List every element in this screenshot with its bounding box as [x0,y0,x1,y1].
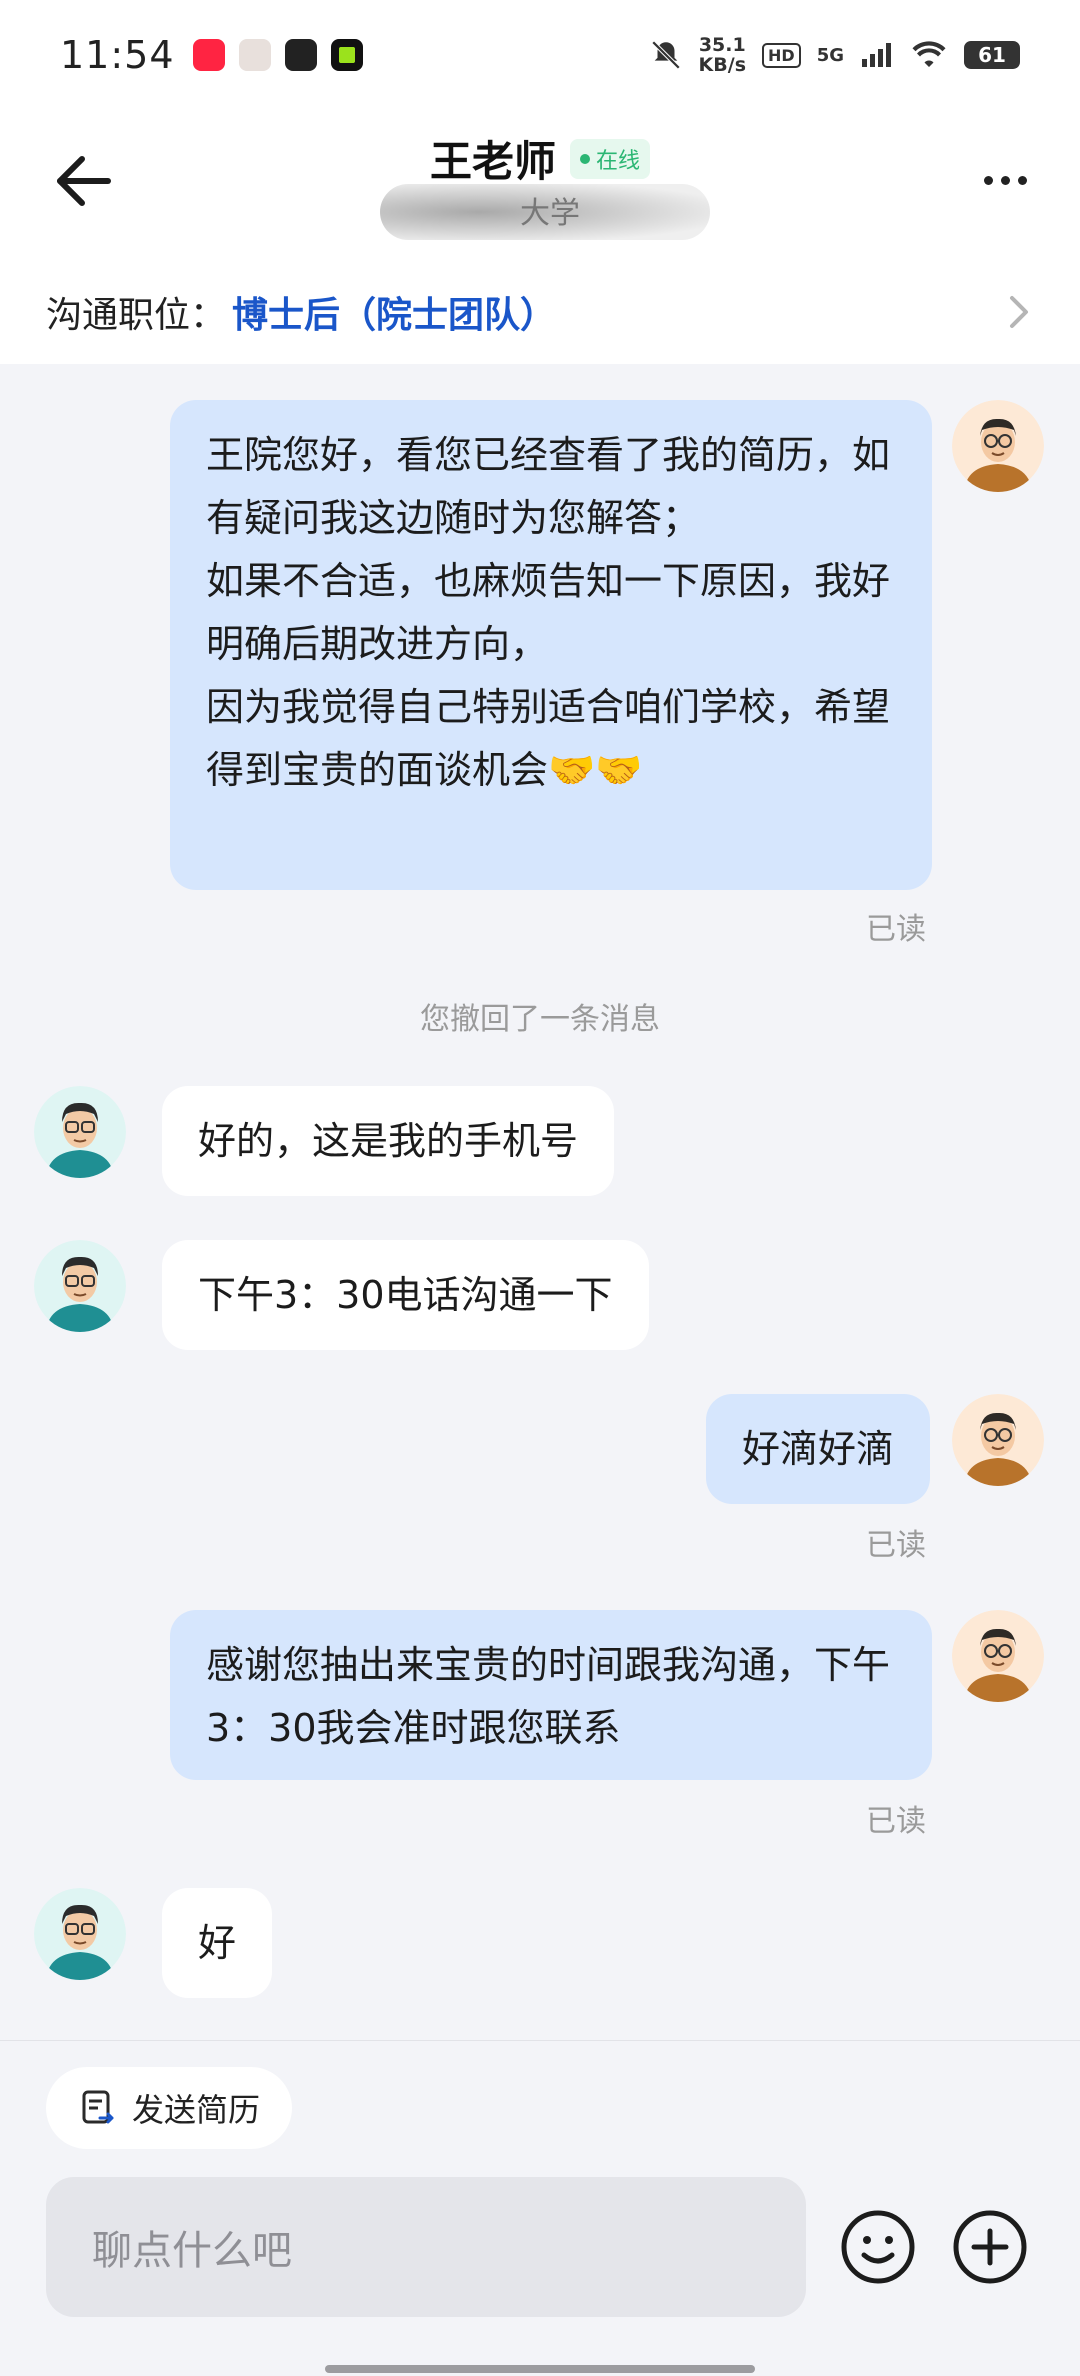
message-bubble-incoming[interactable]: 好 [162,1888,273,1998]
read-receipt: 已读 [866,912,926,947]
avatar-cartoon-man-icon [952,1394,1044,1486]
message-input-placeholder: 聊点什么吧 [92,2228,292,2274]
wifi-icon [912,41,946,67]
contact-subtitle: 大学 [520,196,580,231]
message-text: 王院您好，看您已经查看了我的简历，如有疑问我这边随时为您解答； 如果不合适，也麻… [206,433,891,792]
read-receipt: 已读 [866,1528,926,1563]
hd-badge: HD [762,42,801,68]
more-icon [1000,175,1010,185]
position-label: 沟通职位： [46,295,227,336]
xiaohongshu-app-icon [192,39,225,71]
network-type: 5G [816,44,844,66]
message-bubble-outgoing[interactable]: 王院您好，看您已经查看了我的简历，如有疑问我这边随时为您解答； 如果不合适，也麻… [170,400,932,890]
my-avatar[interactable] [952,400,1044,492]
recall-notice: 您撤回了一条消息 [420,1002,660,1037]
net-speed-value: 35.1 [698,34,746,56]
net-speed: 35.1 KB/s [699,35,746,75]
read-receipt: 已读 [866,1804,926,1839]
status-right: 35.1 KB/s HD 5G 61 [649,35,1020,75]
message-bubble-outgoing[interactable]: 好滴好滴 [705,1394,930,1504]
message-bubble-incoming[interactable]: 好的，这是我的手机号 [162,1086,615,1196]
message-text: 下午3：30电话沟通一下 [198,1273,613,1317]
status-bar: 11:54 35.1 KB/s HD 5G 61 [0,0,1080,110]
resume-icon [82,2090,114,2124]
battery-indicator: 61 [964,41,1020,69]
net-speed-unit: KB/s [698,54,747,76]
message-text: 好的，这是我的手机号 [198,1119,579,1163]
capcut-app-icon [284,39,317,71]
status-time: 11:54 [60,33,175,77]
mute-bell-icon [651,40,680,70]
send-resume-button[interactable]: 发送简历 [46,2067,293,2149]
avatar-cartoon-man-icon [952,1610,1044,1702]
message-input[interactable]: 聊点什么吧 [46,2177,806,2317]
my-avatar[interactable] [952,1610,1044,1702]
message-bubble-outgoing[interactable]: 感谢您抽出来宝贵的时间跟我沟通，下午3：30我会准时跟您联系 [170,1610,932,1780]
online-label: 在线 [596,148,641,174]
send-resume-label: 发送简历 [132,2091,261,2129]
my-avatar[interactable] [952,1394,1044,1486]
avatar-cartoon-teacher-icon [34,1240,126,1332]
online-dot [580,153,590,164]
chat-messages[interactable]: 王院您好，看您已经查看了我的简历，如有疑问我这边随时为您解答； 如果不合适，也麻… [0,364,1080,2040]
chevron-right-icon [1010,296,1028,328]
notification-icons [192,39,363,71]
message-text: 好滴好滴 [741,1427,894,1471]
contact-avatar[interactable] [34,1240,126,1332]
message-text: 感谢您抽出来宝贵的时间跟我沟通，下午3：30我会准时跟您联系 [206,1643,891,1750]
chat-header: 王老师 在线 大学 [0,110,1080,260]
more-icon [983,175,993,185]
plus-icon[interactable] [950,2207,1030,2287]
avatar-cartoon-man-icon [952,400,1044,492]
avatar-cartoon-teacher-icon [34,1888,126,1980]
message-bubble-incoming[interactable]: 下午3：30电话沟通一下 [162,1240,649,1350]
contact-avatar[interactable] [34,1888,126,1980]
avatar-app-icon [238,39,271,71]
green-app-icon [330,39,363,71]
signal-icon [862,43,891,67]
job-position-row[interactable]: 沟通职位： 博士后（院士团队） [0,260,1080,364]
position-value: 博士后（院士团队） [232,295,557,336]
message-text: 好 [198,1921,237,1965]
online-status-badge: 在线 [570,138,651,179]
more-icon [1017,175,1027,185]
home-indicator[interactable] [325,2365,755,2373]
composer-area: 发送简历 聊点什么吧 [0,2040,1080,2376]
avatar-cartoon-teacher-icon [34,1086,126,1178]
emoji-icon[interactable] [838,2207,918,2287]
contact-avatar[interactable] [34,1086,126,1178]
more-options-button[interactable] [970,150,1040,210]
contact-affiliation: 大学 [380,178,710,242]
